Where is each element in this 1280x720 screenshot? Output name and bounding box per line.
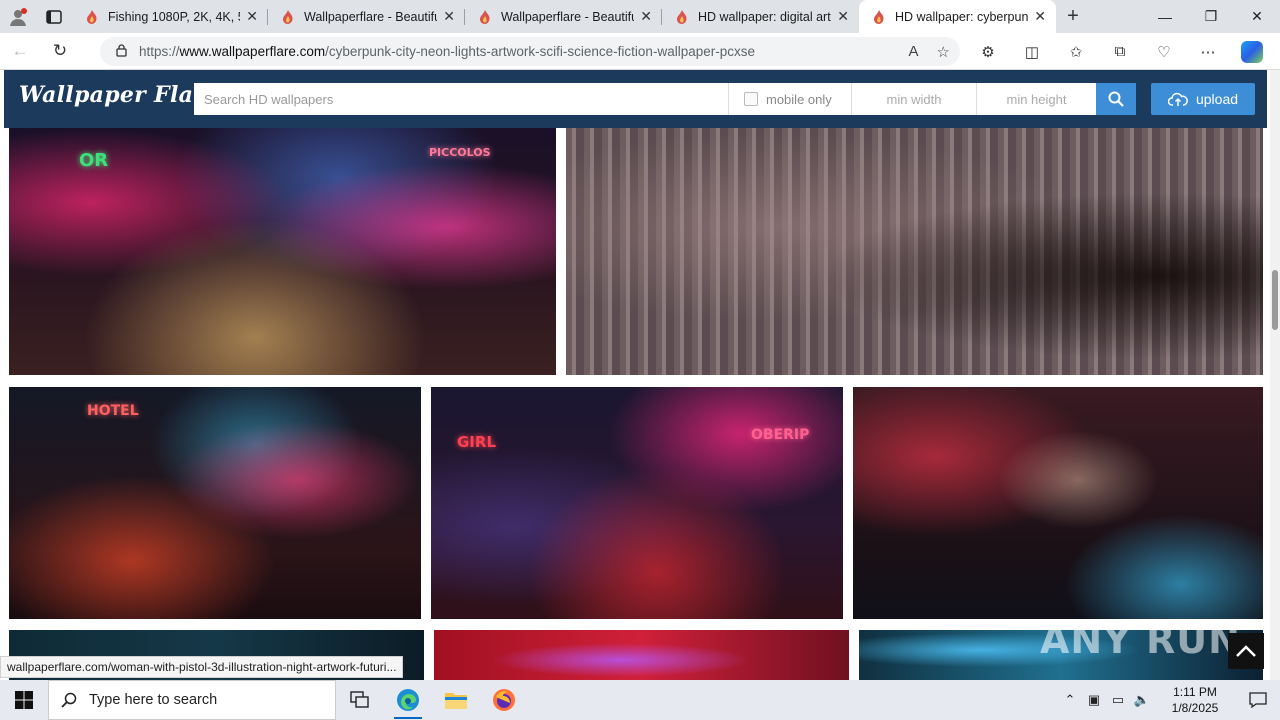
scrollbar-thumb[interactable]	[1272, 270, 1278, 330]
clock-date: 1/8/2025	[1171, 701, 1219, 715]
url-host: www.wallpaperflare.com	[179, 44, 326, 59]
url-scheme: https://	[139, 44, 180, 59]
browser-tab[interactable]: Fishing 1080P, 2K, 4K, 5K HD wallpapers …	[72, 0, 268, 33]
wallpaperflare-favicon-icon	[676, 9, 688, 24]
mobile-only-label: mobile only	[766, 91, 832, 107]
back-icon[interactable]: ←	[0, 33, 40, 70]
chevron-up-icon	[1236, 645, 1256, 657]
new-tab-button[interactable]: +	[1056, 0, 1090, 33]
extensions-icon[interactable]: ⚙	[966, 43, 1010, 61]
min-width-input[interactable]: min width	[851, 83, 976, 115]
url-path: /cyberpunk-city-neon-lights-artwork-scif…	[325, 44, 755, 59]
wallpaper-thumbnail[interactable]	[434, 630, 849, 680]
lock-icon[interactable]	[116, 43, 127, 60]
favorite-star-icon[interactable]: ☆	[937, 43, 950, 61]
min-height-input[interactable]: min height	[976, 83, 1096, 115]
copilot-icon[interactable]	[1230, 40, 1274, 63]
neon-sign-text: GIRL	[457, 433, 497, 451]
minimize-icon[interactable]: —	[1142, 0, 1188, 33]
wallpaperflare-favicon-icon	[479, 9, 491, 24]
search-icon	[1108, 91, 1124, 107]
wallpaper-thumbnail[interactable]	[566, 128, 1263, 375]
file-explorer-icon[interactable]	[432, 680, 480, 720]
search-button[interactable]	[1096, 83, 1136, 115]
site-logo[interactable]: Wallpaper Flare	[19, 82, 219, 108]
browser-tab-bar: Fishing 1080P, 2K, 4K, 5K HD wallpapers …	[0, 0, 1280, 33]
volume-icon[interactable]: 🔈	[1130, 692, 1154, 708]
favorites-icon[interactable]: ✩	[1054, 43, 1098, 61]
wallpaper-thumbnail[interactable]	[853, 387, 1263, 619]
mobile-only-checkbox[interactable]: mobile only	[728, 83, 851, 115]
restore-icon[interactable]: ❐	[1188, 0, 1234, 33]
notification-icon[interactable]	[1236, 692, 1280, 708]
system-tray: ⌃ ▣ ▭ 🔈 1:11 PM 1/8/2025	[1058, 680, 1280, 720]
upload-label: upload	[1195, 91, 1239, 107]
more-menu-icon[interactable]: ⋯	[1186, 43, 1230, 61]
search-input[interactable]: Search HD wallpapers	[194, 83, 728, 115]
show-hidden-icons-chevron-up-icon[interactable]: ⌃	[1058, 692, 1082, 708]
tab-title: HD wallpaper: cyberpunk, city	[895, 9, 1029, 24]
close-tab-icon[interactable]: ✕	[837, 8, 849, 25]
device-icon[interactable]: ▣	[1082, 692, 1106, 708]
tab-title: HD wallpaper: digital art, artwork	[698, 9, 831, 24]
browser-essentials-icon[interactable]: ♡	[1142, 43, 1186, 61]
network-icon[interactable]: ▭	[1106, 692, 1130, 708]
tab-title: Wallpaperflare - Beautiful HD wallpapers	[501, 9, 634, 24]
close-tab-icon[interactable]: ✕	[1034, 8, 1046, 25]
wallpaperflare-favicon-icon	[873, 9, 885, 24]
start-button[interactable]	[0, 680, 48, 720]
address-toolbar: ← ↻ https://www.wallpaperflare.com/cyber…	[0, 33, 1280, 70]
wallpaper-thumbnail[interactable]: GIRL OBERIP	[431, 387, 843, 619]
web-page: Wallpaper Flare Search HD wallpapers mob…	[0, 70, 1270, 680]
tab-title: Wallpaperflare - Beautiful HD wallpapers	[304, 9, 437, 24]
browser-tab[interactable]: HD wallpaper: digital art, artwork ✕	[662, 0, 859, 33]
wallpaper-thumbnail[interactable]: OR PICCOLOS	[9, 128, 556, 375]
link-status-bar: wallpaperflare.com/woman-with-pistol-3d-…	[0, 656, 404, 678]
neon-sign-text: OR	[79, 150, 109, 171]
tab-title: Fishing 1080P, 2K, 4K, 5K HD wallpapers	[108, 9, 240, 24]
wallpaper-thumbnail[interactable]: HOTEL	[9, 387, 421, 619]
read-aloud-icon[interactable]: A	[909, 43, 919, 61]
close-tab-icon[interactable]: ✕	[443, 8, 455, 25]
browser-tab[interactable]: Wallpaperflare - Beautiful HD wallpapers…	[465, 0, 662, 33]
windows-taskbar: Type here to search ⌃ ▣ ▭ 🔈 1:11 PM 1/8/…	[0, 680, 1280, 720]
tab-actions-icon[interactable]	[36, 0, 72, 33]
collections-icon[interactable]: ⧉	[1098, 43, 1142, 60]
task-view-icon[interactable]	[336, 680, 384, 720]
clock-time: 1:11 PM	[1173, 685, 1217, 699]
close-tab-icon[interactable]: ✕	[640, 8, 652, 25]
system-clock[interactable]: 1:11 PM 1/8/2025	[1154, 684, 1236, 716]
profile-icon[interactable]	[0, 0, 36, 33]
upload-button[interactable]: upload	[1151, 83, 1255, 115]
browser-tab-active[interactable]: HD wallpaper: cyberpunk, city ✕	[859, 0, 1056, 33]
edge-browser-icon[interactable]	[384, 680, 432, 720]
back-to-top-button[interactable]	[1228, 633, 1264, 669]
split-screen-icon[interactable]: ◫	[1010, 43, 1054, 61]
page-scrollbar[interactable]	[1270, 70, 1280, 680]
address-bar[interactable]: https://www.wallpaperflare.com/cyberpunk…	[100, 37, 960, 66]
taskbar-search-placeholder: Type here to search	[89, 692, 218, 708]
firefox-icon[interactable]	[480, 680, 528, 720]
neon-sign-text: OBERIP	[751, 427, 810, 443]
wallpaperflare-favicon-icon	[282, 9, 294, 24]
wallpaperflare-favicon-icon	[86, 9, 98, 24]
refresh-icon[interactable]: ↻	[40, 33, 80, 70]
watermark: ANY RUN	[1040, 618, 1241, 662]
neon-sign-text: HOTEL	[87, 403, 139, 419]
close-window-icon[interactable]: ✕	[1234, 0, 1280, 33]
windows-logo-icon	[15, 691, 33, 709]
browser-tab[interactable]: Wallpaperflare - Beautiful HD wallpapers…	[268, 0, 465, 33]
site-header: Wallpaper Flare Search HD wallpapers mob…	[4, 70, 1267, 128]
close-tab-icon[interactable]: ✕	[246, 8, 258, 25]
checkbox-icon[interactable]	[744, 92, 758, 106]
neon-sign-text: PICCOLOS	[429, 146, 491, 159]
taskbar-search-box[interactable]: Type here to search	[48, 680, 336, 720]
cloud-upload-icon	[1167, 92, 1188, 106]
search-icon	[61, 692, 77, 708]
